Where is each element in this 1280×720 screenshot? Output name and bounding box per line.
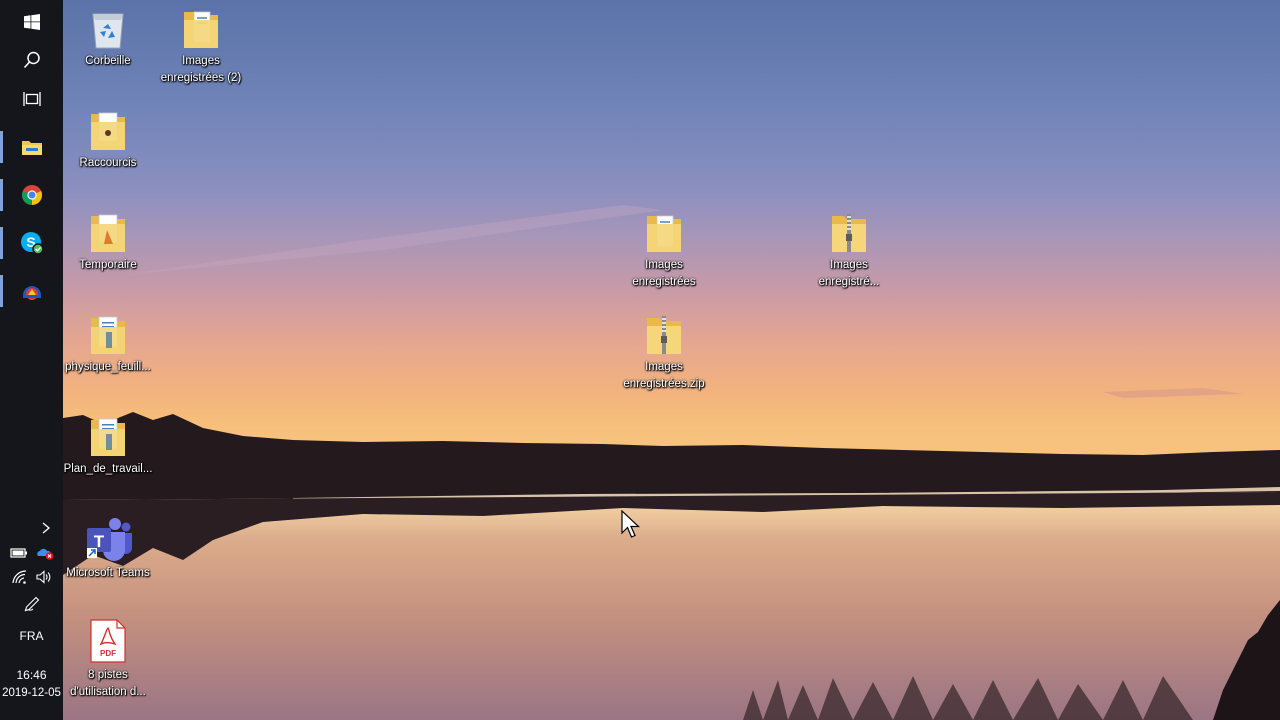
icon-label: Images enregistrées (2) bbox=[160, 55, 242, 84]
icon-label: Microsoft Teams bbox=[66, 567, 150, 579]
taskbar-file-explorer[interactable] bbox=[0, 125, 63, 169]
desktop-icon-zip-folder[interactable]: Images enregistré... bbox=[803, 210, 895, 291]
battery-icon[interactable] bbox=[9, 547, 28, 559]
desktop-icon-zip-folder[interactable]: Images enregistrées.zip bbox=[618, 312, 710, 393]
task-view-icon bbox=[22, 92, 41, 106]
taskbar: S FRA 16:46 2019-12-05 bbox=[0, 0, 63, 720]
svg-text:PDF: PDF bbox=[100, 649, 116, 658]
icon-label: Images enregistré... bbox=[818, 259, 880, 288]
search-icon bbox=[23, 51, 40, 69]
desktop-icon-teams[interactable]: T Microsoft Teams bbox=[62, 516, 154, 582]
icon-label: Images enregistrées.zip bbox=[623, 361, 705, 390]
icon-label: Corbeille bbox=[85, 55, 131, 67]
recycle-bin-icon bbox=[92, 13, 124, 49]
pdf-icon: PDF bbox=[90, 619, 126, 663]
chevron-right-icon bbox=[42, 522, 50, 534]
icon-label: Images enregistrées bbox=[632, 259, 696, 288]
folder-icon bbox=[91, 214, 125, 252]
folder-icon bbox=[21, 141, 42, 155]
search-button[interactable] bbox=[0, 38, 63, 82]
app-icon bbox=[22, 286, 41, 300]
desktop-icon-folder[interactable]: Images enregistrées bbox=[618, 210, 710, 291]
folder-icon bbox=[91, 418, 125, 456]
windows-logo-icon bbox=[23, 14, 40, 30]
chrome-icon bbox=[21, 185, 42, 206]
folder-icon bbox=[91, 316, 125, 354]
taskbar-app[interactable] bbox=[0, 269, 63, 313]
icon-label: physique_feuill... bbox=[65, 361, 151, 373]
desktop-icon-recycle-bin[interactable]: Corbeille bbox=[62, 6, 154, 70]
taskbar-chrome[interactable] bbox=[0, 173, 63, 217]
taskbar-skype[interactable]: S bbox=[0, 221, 63, 265]
desktop-icon-folder[interactable]: Plan_de_travail... bbox=[62, 414, 154, 478]
icon-label: Raccourcis bbox=[79, 157, 137, 169]
icon-label: Temporaire bbox=[79, 259, 137, 271]
mouse-cursor-icon bbox=[621, 510, 641, 538]
folder-icon bbox=[91, 112, 125, 150]
folder-icon bbox=[647, 215, 681, 252]
skype-icon: S bbox=[20, 232, 44, 255]
zip-folder-icon bbox=[832, 214, 866, 252]
desktop-icon-folder[interactable]: physique_feuill... bbox=[62, 312, 154, 376]
clock-time[interactable]: 16:46 bbox=[0, 668, 63, 682]
tray-row-1 bbox=[0, 545, 63, 561]
desktop-icon-folder[interactable]: Images enregistrées (2) bbox=[155, 6, 247, 87]
wifi-icon[interactable] bbox=[11, 570, 28, 584]
show-hidden-icons-button[interactable] bbox=[0, 520, 63, 536]
desktop-icon-folder[interactable]: Temporaire bbox=[62, 210, 154, 274]
clock-date[interactable]: 2019-12-05 bbox=[0, 687, 65, 699]
language-indicator[interactable]: FRA bbox=[0, 629, 63, 643]
pen-workspace-button[interactable] bbox=[0, 596, 63, 612]
folder-icon bbox=[184, 11, 218, 48]
icon-label: 8 pistes d'utilisation d... bbox=[70, 669, 146, 698]
task-view-button[interactable] bbox=[0, 77, 63, 121]
onedrive-error-icon[interactable] bbox=[36, 546, 54, 560]
tray-row-2 bbox=[0, 569, 63, 585]
volume-icon[interactable] bbox=[35, 570, 52, 584]
icon-label: Plan_de_travail... bbox=[63, 463, 153, 475]
desktop-icon-folder[interactable]: Raccourcis bbox=[62, 108, 154, 172]
pen-icon bbox=[24, 596, 39, 612]
teams-icon: T bbox=[87, 518, 132, 561]
desktop-icon-pdf[interactable]: PDF 8 pistes d'utilisation d... bbox=[62, 618, 154, 701]
zip-folder-icon bbox=[647, 316, 681, 354]
